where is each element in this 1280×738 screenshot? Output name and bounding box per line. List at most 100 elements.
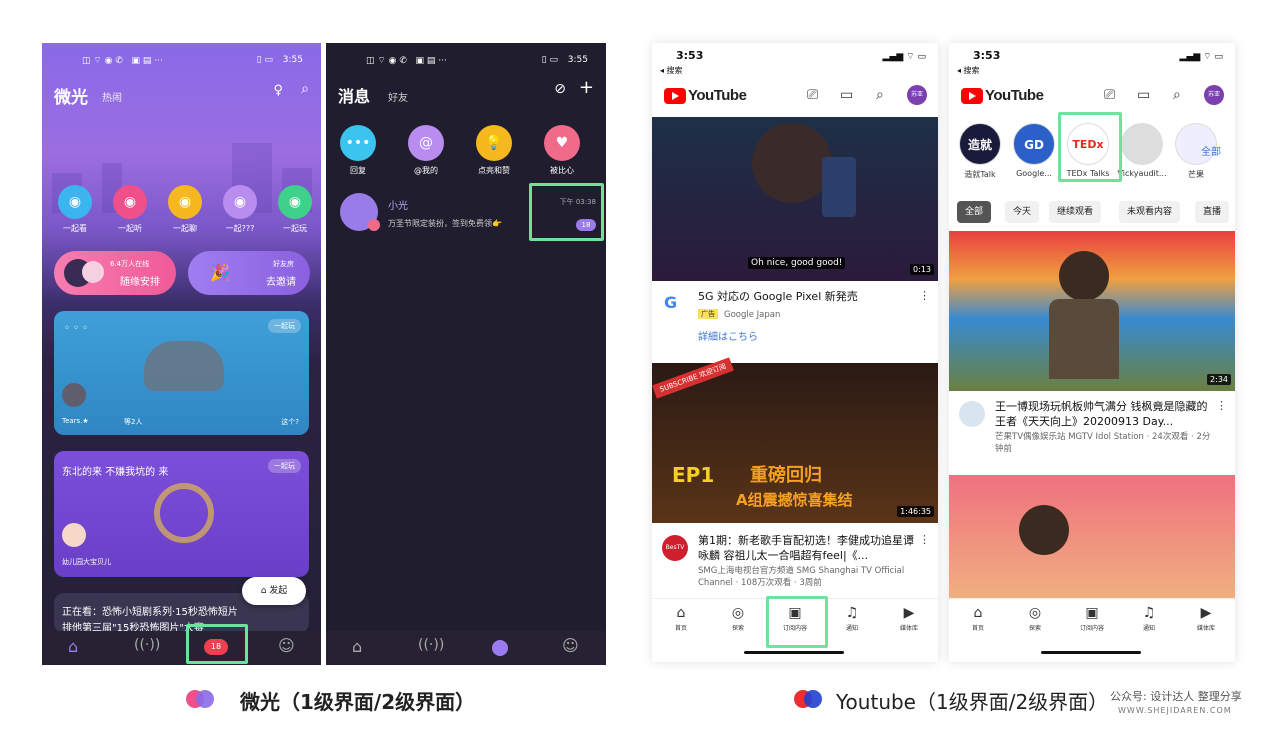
camera-icon: ⌂: [260, 586, 267, 596]
weiguang-logo-dots: [186, 690, 216, 708]
radio-tab-icon[interactable]: ((·)): [418, 637, 444, 653]
search-icon[interactable]: ⌕: [876, 87, 884, 103]
highlight-box: [1058, 112, 1122, 182]
activity-button[interactable]: ◉ 一起玩: [270, 185, 320, 234]
filter-chip[interactable]: 继续观看: [1049, 201, 1102, 223]
lightbulb-icon[interactable]: ♀: [273, 83, 283, 98]
tab-home[interactable]: ⌂ 首页: [656, 605, 706, 632]
tab-label: 通知: [845, 625, 858, 632]
bottom-tabbar: ⌂ ((·)) ☺: [326, 631, 606, 665]
activity-button[interactable]: ◉ 一起???: [215, 185, 265, 234]
add-icon[interactable]: +: [579, 77, 594, 98]
party-icon: 🎉: [210, 263, 230, 282]
game-emblem: [154, 483, 214, 543]
explore-icon: ◎: [1028, 605, 1042, 621]
search-icon[interactable]: ⌕: [1173, 87, 1181, 103]
notifications-icon: ♫: [845, 605, 859, 621]
cast-icon[interactable]: ⎚: [807, 87, 818, 103]
video-title[interactable]: 第1期：新老歌手盲配初选！李健成功追星谭咏麟 容祖儿太一合唱超有feel|《..…: [698, 533, 918, 563]
quick-action-icon[interactable]: ♥: [544, 125, 580, 161]
quick-action-icon[interactable]: @: [408, 125, 444, 161]
video-thumbnail[interactable]: SUBSCRIBE 欢迎订阅 EP1 重磅回归 A组震撼惊喜集结 1:46:35: [652, 357, 938, 523]
ad-badge: 广告: [698, 309, 718, 319]
channel-avatar[interactable]: [959, 401, 985, 427]
tab-label: 首页: [971, 625, 984, 632]
more-icon[interactable]: ⋮: [919, 533, 930, 546]
video-thumbnail[interactable]: [949, 475, 1235, 599]
youtube-logo[interactable]: YouTube: [961, 87, 1044, 104]
video-thumbnail[interactable]: 2:34: [949, 231, 1235, 391]
video-title[interactable]: 5G 対応の Google Pixel 新発売: [698, 289, 858, 304]
activity-button[interactable]: ◉ 一起听: [105, 185, 155, 234]
channel-name[interactable]: Google Japan: [724, 309, 780, 321]
activity-button[interactable]: ◉ 一起聊: [160, 185, 210, 234]
profile-tab-icon[interactable]: ☺: [562, 636, 579, 655]
activity-icon: ◉: [58, 185, 92, 219]
channel-avatar[interactable]: BesTV: [662, 535, 688, 561]
camera-icon[interactable]: ▭: [840, 87, 853, 103]
channel-avatar[interactable]: [1121, 123, 1163, 165]
status-time: 3:55: [282, 55, 303, 65]
back-to-search[interactable]: ◂ 搜索: [957, 65, 980, 76]
channel-name: Google...: [1016, 169, 1052, 178]
room-card[interactable]: 东北的来 不嫌我坑的 来 一起玩 幼儿园大宝贝儿: [54, 451, 309, 577]
tab-library[interactable]: ▶ 媒体库: [1181, 605, 1231, 632]
tab-library[interactable]: ▶ 媒体库: [884, 605, 934, 632]
video-title[interactable]: 王一博现场玩帆板帅气满分 钱枫竟是隐藏的王者《天天向上》20200913 Day…: [995, 399, 1215, 429]
bottom-tabbar: ⌂ ((·)) 18 ☺: [42, 631, 321, 665]
activity-label: 一起聊: [173, 224, 197, 233]
avatar[interactable]: 苏亚: [907, 85, 927, 105]
tab-notifications[interactable]: ♫ 通知: [827, 605, 877, 632]
youtube-logo[interactable]: YouTube: [664, 87, 747, 104]
tab-explore[interactable]: ◎ 探索: [713, 605, 763, 632]
more-icon[interactable]: ⋮: [919, 289, 930, 302]
room-user: Tears.★: [62, 417, 89, 425]
all-channels-link[interactable]: 全部: [1201, 143, 1221, 158]
filter-chip[interactable]: 全部: [957, 201, 992, 223]
status-icons: ▂▄▆ ⌔ ▭: [1179, 52, 1223, 62]
channel-avatar[interactable]: GD: [1013, 123, 1055, 165]
tab-hot[interactable]: 热闹: [102, 89, 122, 104]
radio-tab-icon[interactable]: ((·)): [134, 637, 160, 653]
channel-avatar[interactable]: 造就: [959, 123, 1001, 165]
avatar: [62, 523, 86, 547]
back-to-search[interactable]: ◂ 搜索: [660, 65, 683, 76]
room-card[interactable]: ◦ ◦ ◦ 一起玩 Tears.★ 等2人 这个?: [54, 311, 309, 435]
tab-subscriptions[interactable]: ▣ 订阅内容: [1067, 605, 1117, 632]
home-tab-icon[interactable]: ⌂: [352, 637, 362, 656]
room-tag: 一起玩: [268, 319, 301, 333]
filter-chip[interactable]: 未观看内容: [1119, 201, 1181, 223]
avatar[interactable]: 苏亚: [1204, 85, 1224, 105]
tab-home[interactable]: ⌂ 首页: [953, 605, 1003, 632]
invite-banner[interactable]: 🎉 好友房 去邀请: [188, 251, 310, 295]
quick-action-icon[interactable]: •••: [340, 125, 376, 161]
learn-more-link[interactable]: 詳細はこちら: [698, 328, 758, 343]
camera-icon[interactable]: ▭: [1137, 87, 1150, 103]
more-icon[interactable]: ⋮: [1216, 399, 1227, 412]
profile-tab-icon[interactable]: ☺: [278, 636, 295, 655]
search-icon[interactable]: ⌕: [301, 81, 309, 97]
filter-chip[interactable]: 今天: [1005, 201, 1040, 223]
play-icon: [664, 87, 686, 104]
room-user: 幼儿园大宝贝儿: [62, 558, 111, 566]
tab-label: 媒体库: [899, 625, 918, 632]
message-tab-icon[interactable]: [492, 640, 508, 656]
quick-action-icon[interactable]: 💡: [476, 125, 512, 161]
avatar: [62, 383, 86, 407]
cast-icon[interactable]: ⎚: [1104, 87, 1115, 103]
explore-icon: ◎: [731, 605, 745, 621]
battery-icon: ▯ ▭: [541, 55, 558, 65]
match-banner[interactable]: 6.4万人在线 随缘安排: [54, 251, 176, 295]
tab-notifications[interactable]: ♫ 通知: [1124, 605, 1174, 632]
video-thumbnail[interactable]: Oh nice, good good! 0:13: [652, 117, 938, 281]
tab-explore[interactable]: ◎ 探索: [1010, 605, 1060, 632]
tab-friend[interactable]: 好友: [388, 89, 408, 104]
activity-button[interactable]: ◉ 一起看: [50, 185, 100, 234]
filter-chip[interactable]: 直播: [1195, 201, 1230, 223]
quick-action-label: 回复: [350, 166, 366, 175]
activity-label: 一起玩: [283, 224, 307, 233]
launch-label: 发起: [269, 586, 288, 596]
home-tab-icon[interactable]: ⌂: [68, 637, 78, 656]
check-icon[interactable]: ⊘: [554, 81, 566, 97]
launch-button[interactable]: ⌂ 发起: [242, 577, 306, 605]
